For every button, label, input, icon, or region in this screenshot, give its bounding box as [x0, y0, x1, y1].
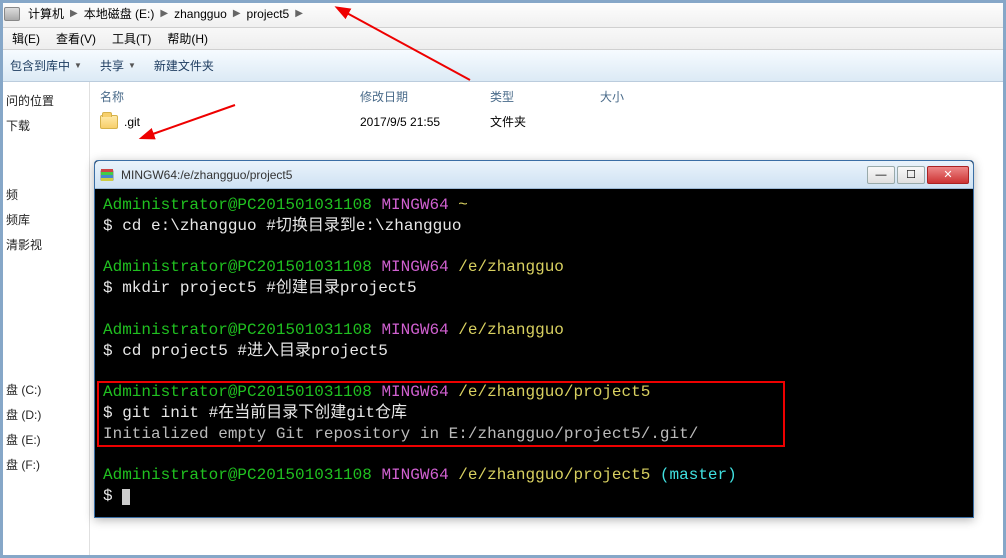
menu-bar: 辑(E) 查看(V) 工具(T) 帮助(H) [0, 28, 1006, 50]
chevron-down-icon: ▼ [74, 61, 82, 70]
toolbar-new-folder[interactable]: 新建文件夹 [154, 57, 214, 74]
terminal-title: MINGW64:/e/zhangguo/project5 [121, 168, 867, 182]
folder-icon [100, 115, 118, 129]
breadcrumb-bar: 计算机▶ 本地磁盘 (E:)▶ zhangguo▶ project5▶ [0, 0, 1006, 28]
terminal-icon [99, 167, 115, 183]
computer-icon [4, 7, 20, 21]
crumb-disk-e[interactable]: 本地磁盘 (E:) [80, 0, 159, 27]
sidebar-spacer [4, 160, 85, 182]
sidebar-videolib[interactable]: 频库 [4, 207, 85, 232]
menu-view[interactable]: 查看(V) [48, 30, 104, 47]
explorer-sidebar: 问的位置 下载 频 频库 清影视 盘 (C:) 盘 (D:) 盘 (E:) 盘 … [0, 82, 90, 558]
crumb-project5[interactable]: project5 [243, 0, 294, 27]
chevron-right-icon: ▶ [158, 8, 170, 19]
chevron-right-icon: ▶ [231, 8, 243, 19]
sidebar-disk-e[interactable]: 盘 (E:) [4, 427, 85, 452]
sidebar-recent[interactable]: 问的位置 [4, 88, 85, 113]
column-name[interactable]: 名称 [100, 86, 360, 107]
terminal-body[interactable]: Administrator@PC201501031108 MINGW64 ~ $… [95, 189, 973, 517]
cursor [122, 489, 130, 505]
explorer-toolbar: 包含到库中 ▼ 共享 ▼ 新建文件夹 [0, 50, 1006, 82]
column-date[interactable]: 修改日期 [360, 86, 490, 107]
minimize-button[interactable]: — [867, 166, 895, 184]
crumb-computer[interactable]: 计算机 [24, 0, 68, 27]
file-type: 文件夹 [490, 113, 600, 130]
file-date: 2017/9/5 21:55 [360, 115, 490, 129]
crumb-zhangguo[interactable]: zhangguo [170, 0, 231, 27]
chevron-right-icon: ▶ [293, 8, 305, 19]
terminal-titlebar[interactable]: MINGW64:/e/zhangguo/project5 — ☐ ✕ [95, 161, 973, 189]
sidebar-downloads[interactable]: 下载 [4, 113, 85, 138]
maximize-button[interactable]: ☐ [897, 166, 925, 184]
close-button[interactable]: ✕ [927, 166, 969, 184]
terminal-window: MINGW64:/e/zhangguo/project5 — ☐ ✕ Admin… [94, 160, 974, 518]
menu-help[interactable]: 帮助(H) [159, 30, 216, 47]
sidebar-disk-d[interactable]: 盘 (D:) [4, 402, 85, 427]
chevron-down-icon: ▼ [128, 61, 136, 70]
sidebar-disk-f[interactable]: 盘 (F:) [4, 452, 85, 477]
menu-edit[interactable]: 辑(E) [4, 30, 48, 47]
menu-tools[interactable]: 工具(T) [104, 30, 159, 47]
toolbar-include-in-library[interactable]: 包含到库中 ▼ [10, 57, 82, 74]
column-size[interactable]: 大小 [600, 86, 680, 107]
chevron-right-icon: ▶ [68, 8, 80, 19]
sidebar-disk-c[interactable]: 盘 (C:) [4, 377, 85, 402]
column-type[interactable]: 类型 [490, 86, 600, 107]
sidebar-movies[interactable]: 清影视 [4, 232, 85, 257]
sidebar-videos[interactable]: 频 [4, 182, 85, 207]
file-row-git[interactable]: .git 2017/9/5 21:55 文件夹 [90, 109, 1006, 134]
sidebar-spacer [4, 138, 85, 160]
column-headers: 名称 修改日期 类型 大小 [90, 82, 1006, 109]
file-name: .git [124, 115, 360, 129]
window-buttons: — ☐ ✕ [867, 166, 969, 184]
toolbar-share[interactable]: 共享 ▼ [100, 57, 136, 74]
